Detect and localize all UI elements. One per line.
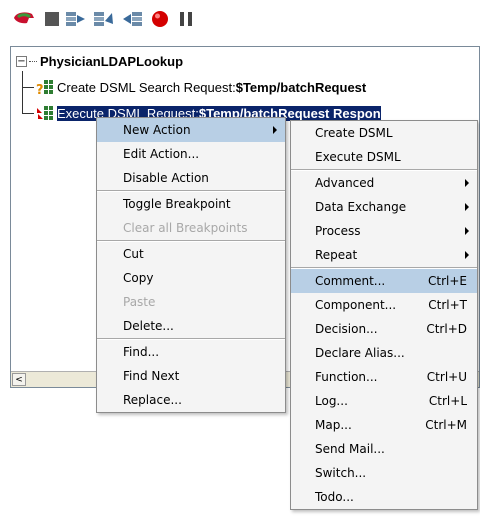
submenu-item-function[interactable]: Function... Ctrl+U bbox=[291, 365, 477, 389]
scroll-left-icon: < bbox=[15, 374, 23, 385]
submenu-item-decision[interactable]: Decision... Ctrl+D bbox=[291, 317, 477, 341]
toolbar bbox=[0, 0, 480, 38]
breakpoint-icon[interactable] bbox=[148, 9, 172, 29]
step-into-icon[interactable] bbox=[64, 9, 88, 29]
menu-item-toggle-breakpoint[interactable]: Toggle Breakpoint bbox=[97, 192, 285, 216]
submenu-item-advanced[interactable]: Advanced bbox=[291, 171, 477, 195]
menu-item-label: Create DSML bbox=[315, 126, 393, 140]
new-action-submenu: Create DSML Execute DSML Advanced Data E… bbox=[290, 120, 478, 510]
tree-connector bbox=[22, 87, 34, 88]
node-label-prefix: Create DSML Search Request: bbox=[57, 79, 236, 95]
menu-item-label: Advanced bbox=[315, 176, 375, 190]
submenu-item-repeat[interactable]: Repeat bbox=[291, 243, 477, 267]
tree-connector bbox=[22, 113, 34, 114]
menu-item-label: Delete... bbox=[123, 319, 174, 333]
submenu-item-create-dsml[interactable]: Create DSML bbox=[291, 121, 477, 145]
menu-item-edit-action[interactable]: Edit Action... bbox=[97, 142, 285, 166]
menu-item-label: Toggle Breakpoint bbox=[123, 197, 231, 211]
ldap-action-icon: ? bbox=[35, 78, 55, 98]
menu-item-label: Decision... bbox=[315, 322, 378, 336]
submenu-arrow-icon bbox=[465, 251, 469, 259]
submenu-item-data-exchange[interactable]: Data Exchange bbox=[291, 195, 477, 219]
menu-item-label: Paste bbox=[123, 295, 156, 309]
menu-item-delete[interactable]: Delete... bbox=[97, 314, 285, 338]
submenu-item-process[interactable]: Process bbox=[291, 219, 477, 243]
scroll-left-button[interactable]: < bbox=[12, 373, 26, 386]
menu-item-label: Edit Action... bbox=[123, 147, 200, 161]
svg-text:?: ? bbox=[36, 83, 44, 96]
node-label-target: $Temp/batchRequest bbox=[235, 79, 367, 95]
menu-item-label: Replace... bbox=[123, 393, 182, 407]
context-menu: New Action Edit Action... Disable Action… bbox=[96, 117, 286, 413]
collapse-toggle-icon[interactable]: − bbox=[16, 55, 27, 67]
shortcut-label: Ctrl+E bbox=[428, 274, 467, 288]
submenu-item-execute-dsml[interactable]: Execute DSML bbox=[291, 145, 477, 169]
menu-item-label: Cut bbox=[123, 247, 144, 261]
tree-node-create-dsml[interactable]: ? Create DSML Search Request: $Temp/batc… bbox=[35, 78, 367, 99]
tree-connector bbox=[22, 71, 23, 114]
menu-item-label: Disable Action bbox=[123, 171, 209, 185]
step-out-icon[interactable] bbox=[120, 9, 144, 29]
menu-item-label: Switch... bbox=[315, 466, 367, 480]
tree-root[interactable]: − PhysicianLDAPLookup bbox=[16, 52, 183, 70]
shortcut-label: Ctrl+M bbox=[425, 418, 467, 432]
menu-item-label: Log... bbox=[315, 394, 348, 408]
menu-item-label: Map... bbox=[315, 418, 352, 432]
submenu-item-send-mail[interactable]: Send Mail... bbox=[291, 437, 477, 461]
menu-item-replace[interactable]: Replace... bbox=[97, 388, 285, 412]
submenu-item-component[interactable]: Component... Ctrl+T bbox=[291, 293, 477, 317]
menu-item-label: Find Next bbox=[123, 369, 180, 383]
submenu-item-log[interactable]: Log... Ctrl+L bbox=[291, 389, 477, 413]
menu-item-clear-breakpoints[interactable]: Clear all Breakpoints bbox=[97, 216, 285, 240]
submenu-arrow-icon bbox=[465, 227, 469, 235]
shortcut-label: Ctrl+D bbox=[426, 322, 467, 336]
menu-item-label: Component... bbox=[315, 298, 397, 312]
menu-item-new-action[interactable]: New Action bbox=[97, 118, 285, 142]
run-icon[interactable] bbox=[12, 9, 36, 29]
stop-icon[interactable] bbox=[40, 9, 64, 29]
menu-item-cut[interactable]: Cut bbox=[97, 242, 285, 266]
submenu-item-comment[interactable]: Comment... Ctrl+E bbox=[291, 269, 477, 293]
submenu-arrow-icon bbox=[273, 126, 277, 134]
shortcut-label: Ctrl+T bbox=[428, 298, 467, 312]
step-over-icon[interactable] bbox=[92, 9, 116, 29]
menu-item-paste[interactable]: Paste bbox=[97, 290, 285, 314]
shortcut-label: Ctrl+L bbox=[428, 394, 467, 408]
menu-item-label: Function... bbox=[315, 370, 378, 384]
menu-item-disable-action[interactable]: Disable Action bbox=[97, 166, 285, 190]
submenu-arrow-icon bbox=[465, 203, 469, 211]
shortcut-label: Ctrl+U bbox=[426, 370, 467, 384]
submenu-item-todo[interactable]: Todo... bbox=[291, 485, 477, 509]
menu-item-copy[interactable]: Copy bbox=[97, 266, 285, 290]
menu-item-find-next[interactable]: Find Next bbox=[97, 364, 285, 388]
menu-item-label: Data Exchange bbox=[315, 200, 407, 214]
menu-item-label: Repeat bbox=[315, 248, 358, 262]
menu-item-label: Find... bbox=[123, 345, 160, 359]
menu-item-find[interactable]: Find... bbox=[97, 340, 285, 364]
menu-item-label: Process bbox=[315, 224, 361, 238]
ldap-action-icon bbox=[35, 104, 55, 122]
submenu-item-switch[interactable]: Switch... bbox=[291, 461, 477, 485]
submenu-arrow-icon bbox=[465, 179, 469, 187]
submenu-item-map[interactable]: Map... Ctrl+M bbox=[291, 413, 477, 437]
menu-item-label: Execute DSML bbox=[315, 150, 401, 164]
menu-item-label: Todo... bbox=[315, 490, 354, 504]
menu-item-label: Clear all Breakpoints bbox=[123, 221, 248, 235]
menu-item-label: New Action bbox=[123, 123, 191, 137]
menu-item-label: Comment... bbox=[315, 274, 386, 288]
menu-item-label: Send Mail... bbox=[315, 442, 385, 456]
pause-icon[interactable] bbox=[174, 9, 198, 29]
tree-root-label: PhysicianLDAPLookup bbox=[40, 53, 184, 69]
submenu-item-declare-alias[interactable]: Declare Alias... bbox=[291, 341, 477, 365]
menu-item-label: Declare Alias... bbox=[315, 346, 405, 360]
menu-item-label: Copy bbox=[123, 271, 154, 285]
tree-connector bbox=[29, 60, 37, 62]
